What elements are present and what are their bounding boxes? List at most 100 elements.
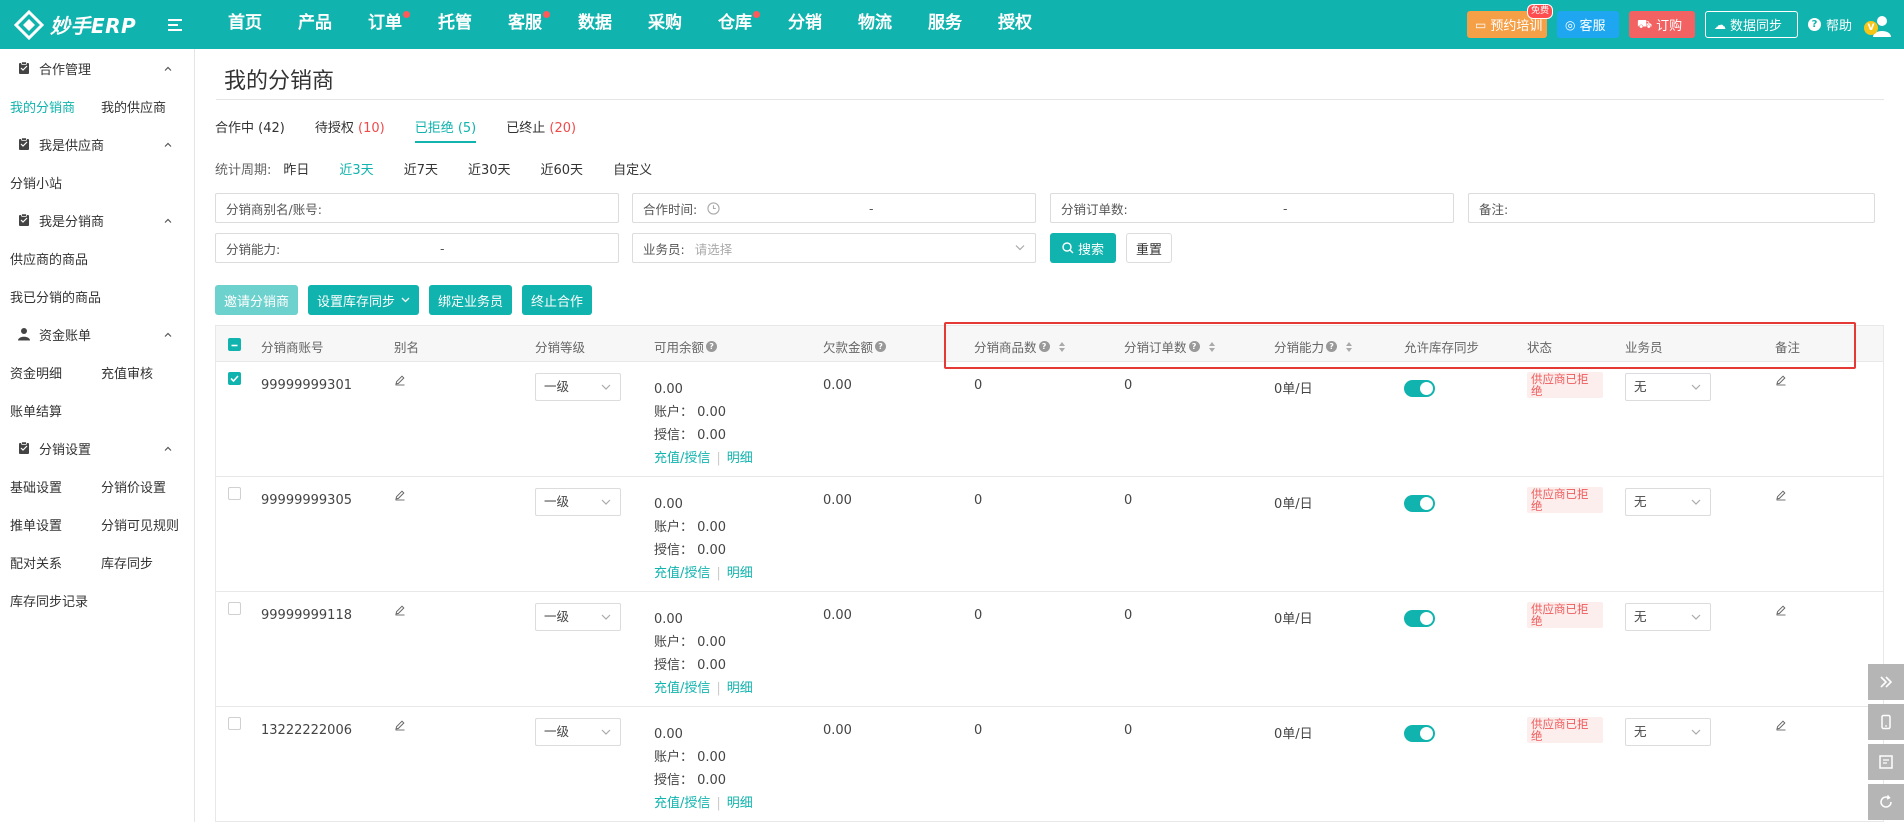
nav-item-6[interactable]: 采购 <box>630 0 700 49</box>
sidebar-item[interactable]: 我的分销商 <box>10 97 75 116</box>
edit-icon[interactable] <box>1775 719 1787 731</box>
menu-toggle-icon[interactable] <box>168 14 190 36</box>
detail-link[interactable]: 明细 <box>727 566 753 581</box>
mobile-icon[interactable] <box>1868 704 1904 740</box>
salesperson-select[interactable]: 无 <box>1625 718 1711 746</box>
sidebar-group-0[interactable]: 合作管理 <box>0 49 194 87</box>
level-select[interactable]: 一级 <box>535 373 621 401</box>
recharge-link[interactable]: 充值/授信 <box>654 451 710 466</box>
bind-salesperson-button[interactable]: 绑定业务员 <box>429 285 513 315</box>
sort-icon[interactable] <box>1058 341 1066 353</box>
salesperson-filter[interactable]: 业务员: 请选择 <box>632 233 1036 263</box>
row-checkbox[interactable] <box>228 602 241 615</box>
sidebar-item[interactable]: 资金明细 <box>10 363 62 382</box>
capacity-filter[interactable]: 分销能力: - <box>215 233 619 263</box>
question-icon[interactable]: ? <box>1326 341 1338 352</box>
nav-item-1[interactable]: 产品 <box>280 0 350 49</box>
sort-icon[interactable] <box>1208 341 1216 353</box>
train-booking-button[interactable]: ▭ 预约培训 免费 <box>1466 4 1553 38</box>
sidebar-group-1[interactable]: 我是供应商 <box>0 125 194 163</box>
order-count-filter[interactable]: 分销订单数: - <box>1050 193 1454 223</box>
tab-1[interactable]: 待授权 (10) <box>315 117 385 143</box>
salesperson-select[interactable]: 无 <box>1625 603 1711 631</box>
edit-icon[interactable] <box>394 604 406 616</box>
help-link[interactable]: ? 帮助 <box>1807 15 1852 34</box>
sidebar-item[interactable]: 我的供应商 <box>101 97 166 116</box>
data-sync-button[interactable]: ☁ 数据同步 <box>1704 11 1798 38</box>
stock-sync-toggle[interactable] <box>1404 725 1435 742</box>
sidebar-group-4[interactable]: 分销设置 <box>0 429 194 467</box>
logo[interactable]: 妙手ERP <box>0 0 162 49</box>
sort-icon[interactable] <box>1345 341 1353 353</box>
sidebar-item[interactable]: 推单设置 <box>10 515 62 534</box>
sidebar-group-3[interactable]: 资金账单 <box>0 315 194 353</box>
edit-icon[interactable] <box>1775 489 1787 501</box>
detail-link[interactable]: 明细 <box>727 451 753 466</box>
nav-item-8[interactable]: 分销 <box>770 0 840 49</box>
sidebar-group-2[interactable]: 我是分销商 <box>0 201 194 239</box>
col-goods[interactable]: 分销商品数? <box>974 337 1066 356</box>
nav-item-11[interactable]: 授权 <box>980 0 1050 49</box>
refresh-icon[interactable] <box>1868 784 1904 820</box>
question-icon[interactable]: ? <box>1038 341 1050 352</box>
sidebar-item[interactable]: 基础设置 <box>10 477 62 496</box>
period-option-5[interactable]: 自定义 <box>613 159 652 178</box>
nav-item-9[interactable]: 物流 <box>840 0 910 49</box>
reset-button[interactable]: 重置 <box>1126 233 1172 263</box>
recharge-link[interactable]: 充值/授信 <box>654 566 710 581</box>
order-button[interactable]: ⛟ 订购 <box>1628 11 1695 38</box>
sidebar-item[interactable]: 分销价设置 <box>101 477 166 496</box>
edit-icon[interactable] <box>1775 374 1787 386</box>
question-icon[interactable]: ? <box>706 341 718 352</box>
level-select[interactable]: 一级 <box>535 488 621 516</box>
col-orders[interactable]: 分销订单数? <box>1124 337 1216 356</box>
invite-distributor-button[interactable]: 邀请分销商 <box>215 285 299 315</box>
salesperson-select[interactable]: 无 <box>1625 373 1711 401</box>
nav-item-10[interactable]: 服务 <box>910 0 980 49</box>
detail-link[interactable]: 明细 <box>727 681 753 696</box>
set-stock-sync-button[interactable]: 设置库存同步 <box>308 285 420 315</box>
remark-filter[interactable]: 备注: <box>1468 193 1875 223</box>
question-icon[interactable]: ? <box>875 341 887 352</box>
stock-sync-toggle[interactable] <box>1404 495 1435 512</box>
sidebar-item[interactable]: 分销小站 <box>10 173 62 192</box>
alias-account-filter[interactable]: 分销商别名/账号: <box>215 193 619 223</box>
period-option-0[interactable]: 昨日 <box>283 159 309 178</box>
sidebar-item[interactable]: 配对关系 <box>10 553 62 572</box>
nav-item-5[interactable]: 数据 <box>560 0 630 49</box>
sidebar-item[interactable]: 库存同步记录 <box>10 591 88 610</box>
edit-icon[interactable] <box>394 374 406 386</box>
row-checkbox[interactable] <box>228 487 241 500</box>
level-select[interactable]: 一级 <box>535 718 621 746</box>
period-option-3[interactable]: 近30天 <box>468 159 511 178</box>
edit-icon[interactable] <box>1775 604 1787 616</box>
sidebar-item[interactable]: 库存同步 <box>101 553 153 572</box>
nav-item-2[interactable]: 订单 <box>350 0 420 49</box>
sidebar-item[interactable]: 账单结算 <box>10 401 62 420</box>
collapse-icon[interactable] <box>1868 664 1904 700</box>
search-button[interactable]: 搜索 <box>1050 233 1116 263</box>
customer-service-button[interactable]: ◎ 客服 <box>1556 11 1619 38</box>
sidebar-item[interactable]: 我已分销的商品 <box>10 287 101 306</box>
stock-sync-toggle[interactable] <box>1404 380 1435 397</box>
tab-0[interactable]: 合作中 (42) <box>215 117 285 143</box>
edit-icon[interactable] <box>394 719 406 731</box>
period-option-4[interactable]: 近60天 <box>541 159 584 178</box>
nav-item-3[interactable]: 托管 <box>420 0 490 49</box>
salesperson-select[interactable]: 无 <box>1625 488 1711 516</box>
stock-sync-toggle[interactable] <box>1404 610 1435 627</box>
period-option-2[interactable]: 近7天 <box>404 159 438 178</box>
coop-time-filter[interactable]: 合作时间: - <box>632 193 1036 223</box>
sidebar-item[interactable]: 供应商的商品 <box>10 249 88 268</box>
nav-item-7[interactable]: 仓库 <box>700 0 770 49</box>
tab-2[interactable]: 已拒绝 (5) <box>414 117 477 143</box>
recharge-link[interactable]: 充值/授信 <box>654 796 710 811</box>
col-capacity[interactable]: 分销能力? <box>1274 337 1353 356</box>
sidebar-item[interactable]: 充值审核 <box>101 363 153 382</box>
sidebar-item[interactable]: 分销可见规则 <box>101 515 179 534</box>
nav-item-4[interactable]: 客服 <box>490 0 560 49</box>
question-icon[interactable]: ? <box>1188 341 1200 352</box>
level-select[interactable]: 一级 <box>535 603 621 631</box>
recharge-link[interactable]: 充值/授信 <box>654 681 710 696</box>
tab-3[interactable]: 已终止 (20) <box>506 117 576 143</box>
